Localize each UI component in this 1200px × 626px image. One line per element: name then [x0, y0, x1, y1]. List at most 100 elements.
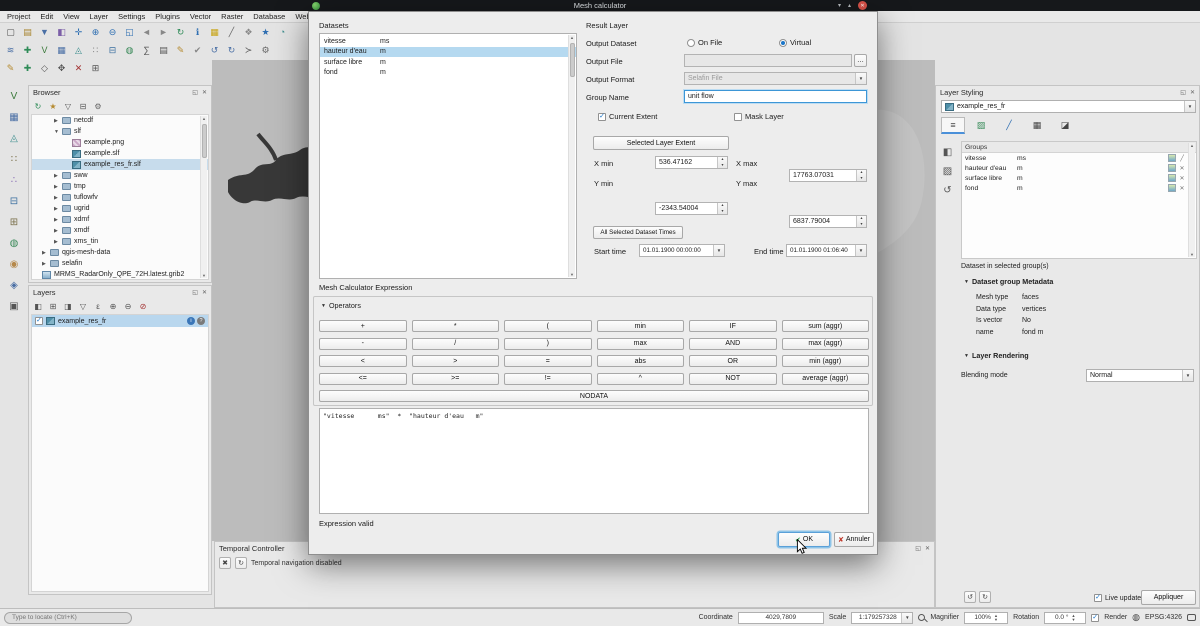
vectors-toggle-icon[interactable]: ✕ [1178, 184, 1186, 192]
dialog-titlebar[interactable]: Mesh calculator ▾ ▴ ✕ [0, 0, 1200, 11]
op-close-paren-button[interactable]: ) [504, 338, 592, 350]
styling-layer-combo[interactable]: example_res_fr ▼ [941, 100, 1196, 113]
processing-toolbox-icon[interactable]: ⚙ [258, 43, 273, 58]
add-raster-layer-icon[interactable]: ▦ [54, 43, 69, 58]
filter-by-expression-icon[interactable]: ε [92, 300, 104, 312]
refresh-map-icon[interactable]: ↻ [173, 25, 188, 40]
op-not-button[interactable]: NOT [689, 373, 777, 385]
rotation-spinbox[interactable]: 0.0 °▲▼ [1044, 612, 1086, 624]
layer-visibility-checkbox[interactable] [35, 317, 43, 325]
add-delimited-text-icon[interactable]: ∷ [6, 151, 23, 167]
expand-arrow-icon[interactable]: ▶ [42, 261, 47, 267]
contours-toggle-icon[interactable] [1168, 164, 1176, 172]
float-panel-icon[interactable]: ◱ [1180, 89, 1186, 96]
group-row-surface[interactable]: surface librem✕ [962, 173, 1196, 183]
spin-arrows-icon[interactable]: ▲▼ [717, 203, 727, 214]
output-format-combo[interactable]: Selafin File▼ [684, 72, 867, 85]
browser-item-selafin[interactable]: ▶selafin [32, 258, 208, 269]
project-save-icon[interactable]: ▼ [37, 25, 52, 40]
op-less-button[interactable]: < [319, 355, 407, 367]
move-feature-icon[interactable]: ✥ [54, 61, 69, 76]
remove-layer-icon[interactable]: ⊘ [137, 300, 149, 312]
style-redo-button[interactable]: ↻ [979, 591, 991, 603]
browse-button[interactable]: … [854, 54, 867, 67]
add-raster-layer-icon[interactable]: ▦ [6, 109, 23, 125]
menu-raster[interactable]: Raster [216, 12, 248, 21]
contours-toggle-icon[interactable] [1168, 174, 1176, 182]
close-panel-icon[interactable]: ✕ [202, 289, 207, 296]
metadata-section-header[interactable]: ▼ Dataset group Metadata [964, 277, 1053, 286]
style-manager-icon[interactable]: ◧ [54, 25, 69, 40]
selected-layer-extent-button[interactable]: Selected Layer Extent [593, 136, 729, 150]
add-delimited-text-icon[interactable]: ∷ [88, 43, 103, 58]
op-less-equal-button[interactable]: <= [319, 373, 407, 385]
expand-arrow-icon[interactable]: ▶ [54, 239, 59, 245]
collapse-arrow-icon[interactable]: ▼ [54, 129, 59, 135]
op-open-paren-button[interactable]: ( [504, 320, 592, 332]
open-layer-styling-icon[interactable]: ◧ [32, 300, 44, 312]
zoom-full-icon[interactable]: ◱ [122, 25, 137, 40]
float-panel-icon[interactable]: ◱ [192, 289, 198, 296]
averaging-tab[interactable]: ◪ [1053, 117, 1077, 134]
vectors-toggle-icon[interactable]: ✕ [1178, 164, 1186, 172]
op-not-equal-button[interactable]: != [504, 373, 592, 385]
dataset-item-vitesse[interactable]: vitessems [320, 36, 576, 47]
apply-button[interactable]: Appliquer [1141, 590, 1196, 605]
add-wms-layer-icon[interactable]: ◍ [6, 235, 23, 251]
op-and-button[interactable]: AND [689, 338, 777, 350]
op-greater-equal-button[interactable]: >= [412, 373, 500, 385]
map-tips-icon[interactable]: ❖ [241, 25, 256, 40]
menu-project[interactable]: Project [2, 12, 35, 21]
expand-arrow-icon[interactable]: ▶ [54, 173, 59, 179]
style-undo-button[interactable]: ↺ [964, 591, 976, 603]
menu-plugins[interactable]: Plugins [150, 12, 185, 21]
new-bookmark-icon[interactable]: ★ [258, 25, 273, 40]
add-wcs-layer-icon[interactable]: ◉ [6, 256, 23, 272]
blending-mode-combo[interactable]: Normal ▼ [1086, 369, 1194, 382]
expand-arrow-icon[interactable]: ▶ [42, 250, 47, 256]
expand-arrow-icon[interactable]: ▶ [54, 118, 59, 124]
collapse-all-icon[interactable]: ⊖ [122, 300, 134, 312]
symbology-tab-icon[interactable]: ◧ [939, 144, 956, 160]
op-equal-button[interactable]: = [504, 355, 592, 367]
layer-item-example-res-fr[interactable]: example_res_fr i ? [32, 315, 208, 327]
locator-input[interactable] [4, 612, 132, 624]
browser-properties-icon[interactable]: ⚙ [92, 100, 104, 112]
pan-map-icon[interactable]: ✛ [71, 25, 86, 40]
end-time-combo[interactable]: 01.01.1900 01:06:40▼ [786, 244, 867, 257]
data-source-manager-icon[interactable]: ≋ [3, 43, 18, 58]
op-minus-button[interactable]: - [319, 338, 407, 350]
ymax-spinbox[interactable]: 6837.79004▲▼ [789, 215, 867, 228]
filter-legend-icon[interactable]: ▽ [77, 300, 89, 312]
menu-settings[interactable]: Settings [113, 12, 150, 21]
browser-filter-icon[interactable]: ▽ [62, 100, 74, 112]
close-panel-icon[interactable]: ✕ [202, 89, 207, 96]
browser-item-qgis-mesh-data[interactable]: ▶qgis-mesh-data [32, 247, 208, 258]
add-vector-layer-icon[interactable]: V [6, 88, 23, 104]
expand-arrow-icon[interactable]: ▶ [54, 228, 59, 234]
expand-arrow-icon[interactable]: ▶ [54, 217, 59, 223]
add-mesh-layer-icon[interactable]: ◬ [71, 43, 86, 58]
crs-button[interactable]: EPSG:4326 [1145, 614, 1182, 621]
open-attribute-table-icon[interactable]: ▤ [156, 43, 171, 58]
redo-icon[interactable]: ↻ [224, 43, 239, 58]
scale-combo[interactable]: 1:179257328▼ [851, 612, 913, 624]
add-wfs-layer-icon[interactable]: ◈ [6, 277, 23, 293]
checkbox-icon[interactable] [598, 113, 606, 121]
messages-icon[interactable] [1187, 614, 1196, 621]
vectors-tab[interactable]: ╱ [997, 117, 1021, 134]
operators-header[interactable]: ▼ Operators [321, 301, 361, 310]
cancel-button[interactable]: ✘ Annuler [834, 532, 874, 547]
menu-view[interactable]: View [58, 12, 84, 21]
group-row-hauteur[interactable]: hauteur d'eaum✕ [962, 163, 1196, 173]
manage-map-themes-icon[interactable]: ◨ [62, 300, 74, 312]
zoom-out-icon[interactable]: ⊖ [105, 25, 120, 40]
live-update-checkbox[interactable] [1094, 594, 1102, 602]
temporal-controller-icon[interactable]: ◔ [275, 25, 290, 40]
op-min-aggr-button[interactable]: min (aggr) [782, 355, 870, 367]
zoom-last-icon[interactable]: ◄ [139, 25, 154, 40]
maximize-icon[interactable]: ▴ [848, 2, 851, 9]
copy-features-icon[interactable]: ⊞ [88, 61, 103, 76]
browser-item-xms-tin[interactable]: ▶xms_tin [32, 236, 208, 247]
checkbox-icon[interactable] [734, 113, 742, 121]
